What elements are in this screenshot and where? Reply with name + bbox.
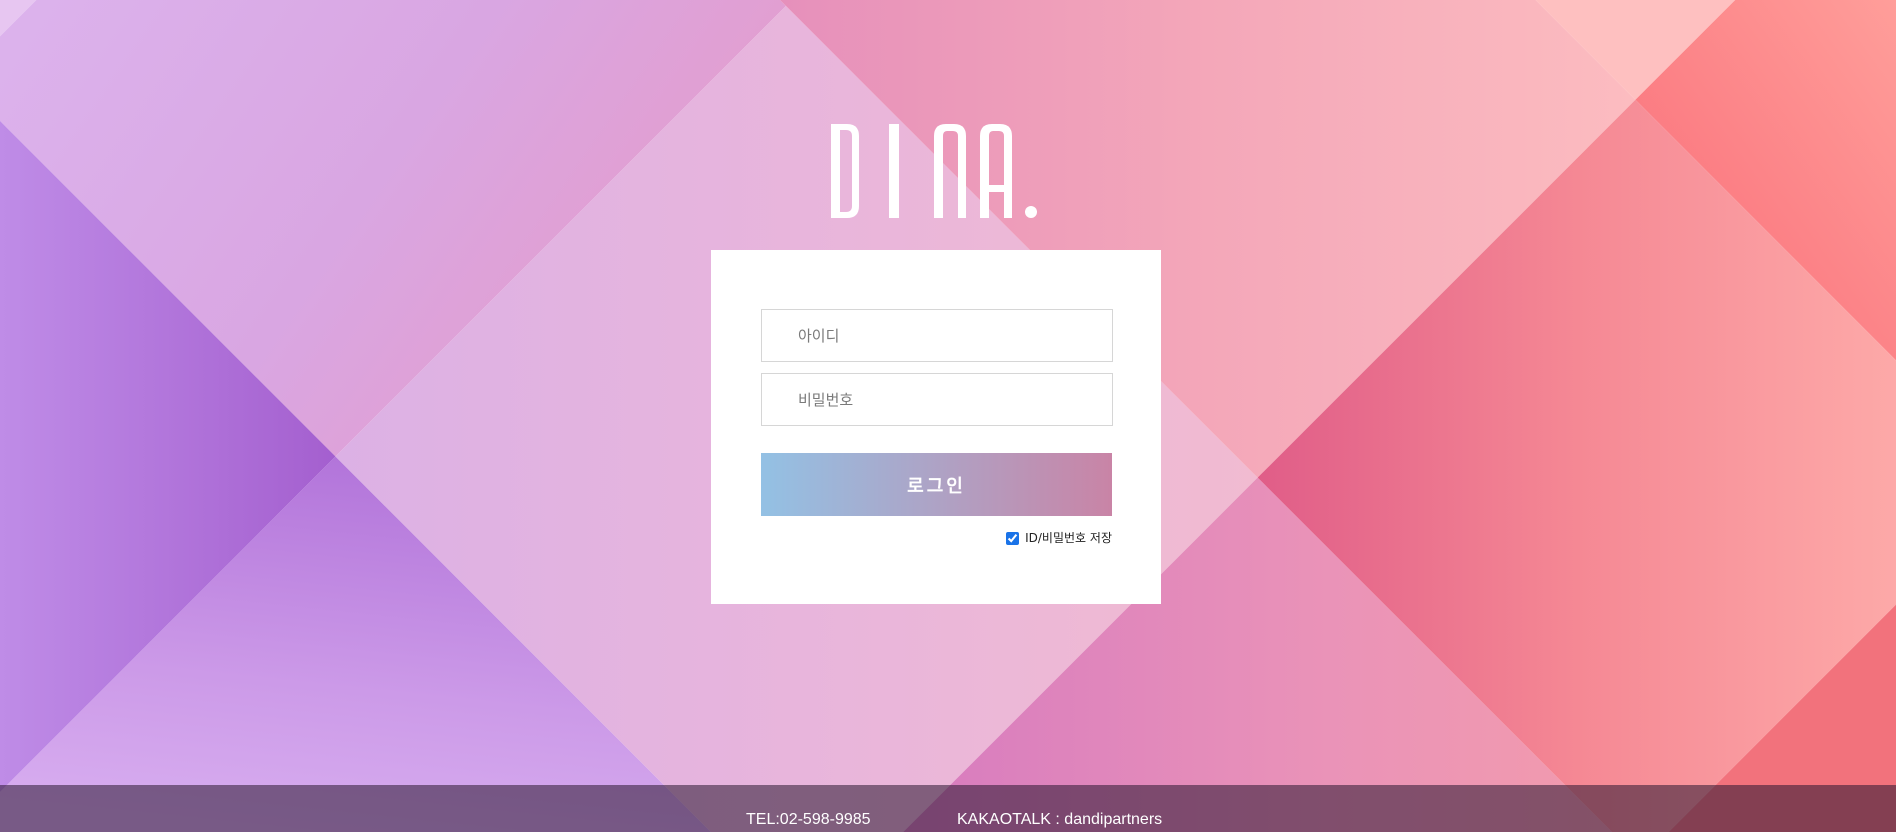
footer-tel: TEL:02-598-9985 xyxy=(746,811,871,828)
logo-dot xyxy=(1025,206,1037,218)
password-input[interactable] xyxy=(761,373,1113,426)
login-page: 로그인 ID/비밀번호 저장 TEL:02-598-9985 KAKAOTALK… xyxy=(0,0,1896,832)
login-button[interactable]: 로그인 xyxy=(761,453,1112,516)
logo-letter-i xyxy=(889,124,899,218)
login-card: 로그인 ID/비밀번호 저장 xyxy=(711,250,1161,604)
remember-credentials: ID/비밀번호 저장 xyxy=(1006,530,1112,546)
logo-letter-a xyxy=(980,124,1012,218)
logo xyxy=(831,124,1037,218)
remember-label[interactable]: ID/비밀번호 저장 xyxy=(1025,530,1112,546)
remember-checkbox[interactable] xyxy=(1006,531,1020,545)
footer-kakao: KAKAOTALK : dandipartners xyxy=(957,811,1163,828)
footer-bar: TEL:02-598-9985 KAKAOTALK : dandipartner… xyxy=(0,785,1896,832)
logo-letter-d xyxy=(831,124,859,218)
id-input[interactable] xyxy=(761,309,1113,362)
logo-letter-n xyxy=(934,124,966,218)
